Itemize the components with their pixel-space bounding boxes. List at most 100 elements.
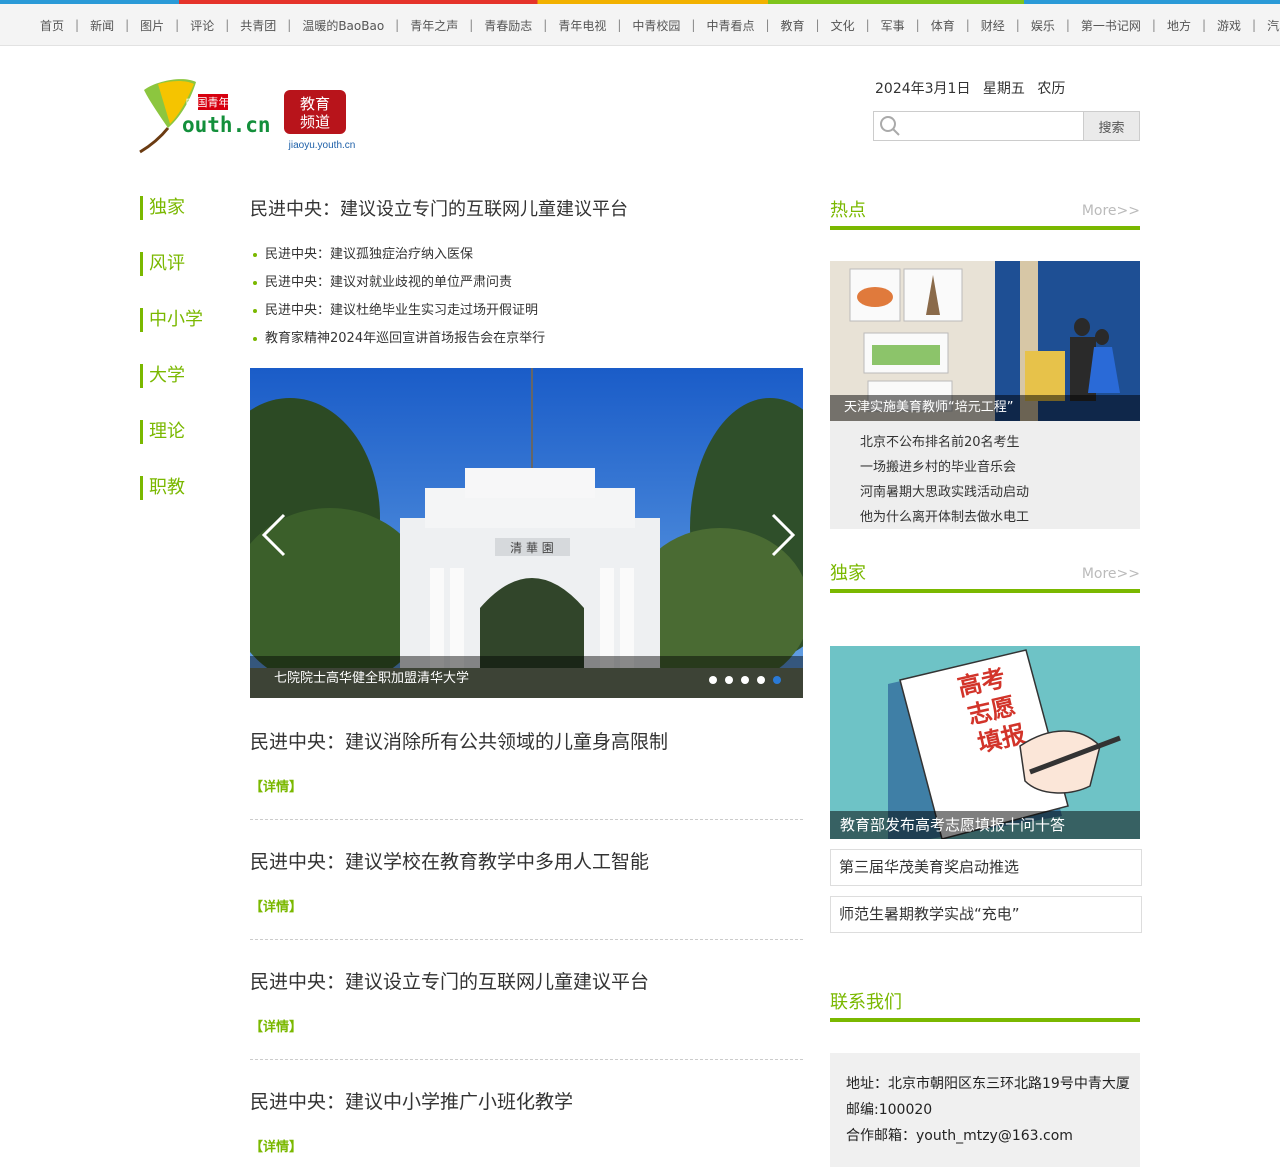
top-nav-item: 教育 | xyxy=(770,17,820,34)
headline-link[interactable]: 民进中央：建议设立专门的互联网儿童建议平台 xyxy=(250,196,803,224)
article-detail-link[interactable]: 【详情】 xyxy=(250,1016,803,1035)
top-nav-link[interactable]: 中青看点 xyxy=(695,17,765,34)
tsinghua-gate-image: 清 華 園 xyxy=(250,368,803,698)
top-nav-item: 评论 | xyxy=(179,17,229,34)
headline-bullet-item[interactable]: 民进中央：建议对就业歧视的单位严肃问责 xyxy=(250,269,803,297)
exclusive-more-link[interactable]: More>> xyxy=(1082,566,1140,582)
article-title-link[interactable]: 民进中央：建议中小学推广小班化教学 xyxy=(250,1088,803,1116)
exclusive-section-title: 独家 xyxy=(830,563,866,584)
slider-prev-arrow-icon[interactable] xyxy=(260,513,290,557)
svg-text:清 華 園: 清 華 園 xyxy=(510,541,554,555)
top-navigation: 首页 | 新闻 | 图片 | 评论 | 共青团 | 温暖的BaoBao | 青年之声 | 青春励志 | 青年电视… xyxy=(0,4,1280,46)
top-nav-link[interactable]: 青年之声 xyxy=(399,17,469,34)
article-detail-link[interactable]: 【详情】 xyxy=(250,1136,803,1155)
site-logo[interactable]: 中国青年网 outh.cn 教育 频道 jiaoyu.youth.cn xyxy=(138,76,368,156)
headline-bullet-item[interactable]: 民进中央：建议杜绝毕业生实习走过场开假证明 xyxy=(250,297,803,325)
sidebar-category-item[interactable]: 风评 xyxy=(140,252,203,276)
top-nav-link[interactable]: 教育 xyxy=(770,17,816,34)
top-nav-link[interactable]: 首页 xyxy=(29,17,75,34)
top-nav-list: 首页 | 新闻 | 图片 | 评论 | 共青团 | 温暖的BaoBao | 青年之声 | 青春励志 | 青年电视… xyxy=(29,4,1280,46)
sidebar-category-item[interactable]: 独家 xyxy=(140,196,203,220)
contact-section-title: 联系我们 xyxy=(830,992,902,1013)
sidebar-category-item[interactable]: 大学 xyxy=(140,364,203,388)
hot-news-item[interactable]: 他为什么离开体制去做水电工 xyxy=(860,505,1140,530)
top-nav-item: 财经 | xyxy=(970,17,1020,34)
search-input[interactable] xyxy=(906,112,1083,140)
article-detail-link[interactable]: 【详情】 xyxy=(250,776,803,795)
top-nav-link[interactable]: 财经 xyxy=(970,17,1016,34)
article-detail-link[interactable]: 【详情】 xyxy=(250,896,803,915)
article-title-link[interactable]: 民进中央：建议消除所有公共领域的儿童身高限制 xyxy=(250,728,803,756)
sidebar-category-item[interactable]: 职教 xyxy=(140,476,203,500)
svg-text:outh.cn: outh.cn xyxy=(182,113,271,137)
top-nav-link[interactable]: 评论 xyxy=(179,17,225,34)
search-button[interactable]: 搜索 xyxy=(1083,112,1139,140)
article-title-link[interactable]: 民进中央：建议设立专门的互联网儿童建议平台 xyxy=(250,968,803,996)
top-nav-link[interactable]: 新闻 xyxy=(79,17,125,34)
slider-next-arrow-icon[interactable] xyxy=(767,513,797,557)
top-nav-link[interactable]: 共青团 xyxy=(229,17,287,34)
top-nav-link[interactable]: 图片 xyxy=(129,17,175,34)
hot-featured-image[interactable]: 天津实施美育教师“培元工程” xyxy=(830,261,1140,421)
headline-bullet-list: 民进中央：建议孤独症治疗纳入医保 民进中央：建议对就业歧视的单位严肃问责 民进中央：… xyxy=(250,241,803,353)
search-icon xyxy=(874,112,906,140)
top-nav-link[interactable]: 中青校园 xyxy=(621,17,691,34)
top-nav-link[interactable]: 军事 xyxy=(870,17,916,34)
weekday-text: 星期五 xyxy=(982,81,1025,97)
top-nav-item: 娱乐 | xyxy=(1020,17,1070,34)
top-nav-link[interactable]: 文化 xyxy=(820,17,866,34)
article-title-link[interactable]: 民进中央：建议学校在教育教学中多用人工智能 xyxy=(250,848,803,876)
hot-news-item[interactable]: 河南暑期大思政实践活动启动 xyxy=(860,480,1140,505)
slider-dot[interactable] xyxy=(725,676,733,684)
headline-bullet-item[interactable]: 教育家精神2024年巡回宣讲首场报告会在京举行 xyxy=(250,325,803,353)
sidebar-category-item[interactable]: 理论 xyxy=(140,420,203,444)
article-item: 民进中央：建议消除所有公共领域的儿童身高限制【详情】 xyxy=(250,728,803,820)
contact-email: 合作邮箱：youth_mtzy@163.com xyxy=(846,1128,1073,1144)
ginkgo-logo-icon: 中国青年网 outh.cn 教育 频道 jiaoyu.youth.cn xyxy=(139,79,355,154)
top-nav-link[interactable]: 青年电视 xyxy=(547,17,617,34)
top-nav-link[interactable]: 娱乐 xyxy=(1020,17,1066,34)
contact-postcode: 邮编:100020 xyxy=(846,1102,933,1118)
contact-address: 地址：北京市朝阳区东三环北路19号中青大厦 xyxy=(846,1076,1130,1092)
sidebar-category-item[interactable]: 中小学 xyxy=(140,308,203,332)
exclusive-link[interactable]: 师范生暑期教学实战“充电” xyxy=(830,896,1142,933)
hot-news-item[interactable]: 一场搬进乡村的毕业音乐会 xyxy=(860,455,1140,480)
top-nav-link[interactable]: 青春励志 xyxy=(473,17,543,34)
hot-more-link[interactable]: More>> xyxy=(1082,203,1140,219)
slider-dot[interactable] xyxy=(741,676,749,684)
top-nav-item: 共青团 | xyxy=(229,17,291,34)
hot-image-caption: 天津实施美育教师“培元工程” xyxy=(830,395,1140,421)
top-nav-link[interactable]: 温暖的BaoBao xyxy=(291,17,395,34)
exclusive-featured-image[interactable]: 高考 志愿 填报 教育部发布高考志愿填报十问十答 xyxy=(830,646,1140,839)
main-content: 民进中央：建议设立专门的互联网儿童建议平台 民进中央：建议孤独症治疗纳入医保 民进… xyxy=(250,196,803,353)
slider-dot[interactable] xyxy=(773,676,781,684)
slider-dots xyxy=(709,676,781,684)
lunar-text: 农历 xyxy=(1037,81,1066,97)
top-nav-link[interactable]: 汽车 xyxy=(1256,17,1280,34)
slider-dot[interactable] xyxy=(757,676,765,684)
top-nav-item: 新闻 | xyxy=(79,17,129,34)
image-slider: 清 華 園 七院院士高华健全职加盟清华大学 xyxy=(250,368,803,698)
top-nav-item: 体育 | xyxy=(920,17,970,34)
exclusive-section-header: 独家 More>> xyxy=(830,559,1140,593)
slider-caption[interactable]: 七院院士高华健全职加盟清华大学 xyxy=(274,667,469,686)
article-item: 民进中央：建议学校在教育教学中多用人工智能【详情】 xyxy=(250,848,803,940)
top-nav-item: 中青校园 | xyxy=(621,17,695,34)
top-nav-link[interactable]: 地方 xyxy=(1156,17,1202,34)
slider-dot[interactable] xyxy=(709,676,717,684)
date-text: 2024年3月1日 xyxy=(875,81,971,97)
top-nav-link[interactable]: 第一书记网 xyxy=(1070,17,1152,34)
contact-info-box: 地址：北京市朝阳区东三环北路19号中青大厦 邮编:100020 合作邮箱：you… xyxy=(830,1053,1140,1167)
svg-text:中国青年网: 中国青年网 xyxy=(186,95,241,109)
top-nav-item: 青年电视 | xyxy=(547,17,621,34)
top-nav-link[interactable]: 体育 xyxy=(920,17,966,34)
hot-news-item[interactable]: 北京不公布排名前20名考生 xyxy=(860,430,1140,455)
top-nav-item: 温暖的BaoBao | xyxy=(291,17,399,34)
top-nav-item: 中青看点 | xyxy=(695,17,769,34)
article-item: 民进中央：建议中小学推广小班化教学【详情】 xyxy=(250,1088,803,1167)
hot-section-title: 热点 xyxy=(830,200,866,221)
top-nav-link[interactable]: 游戏 xyxy=(1206,17,1252,34)
exclusive-link[interactable]: 第三届华茂美育奖启动推选 xyxy=(830,849,1142,886)
headline-bullet-item[interactable]: 民进中央：建议孤独症治疗纳入医保 xyxy=(250,241,803,269)
hot-section-header: 热点 More>> xyxy=(830,196,1140,230)
